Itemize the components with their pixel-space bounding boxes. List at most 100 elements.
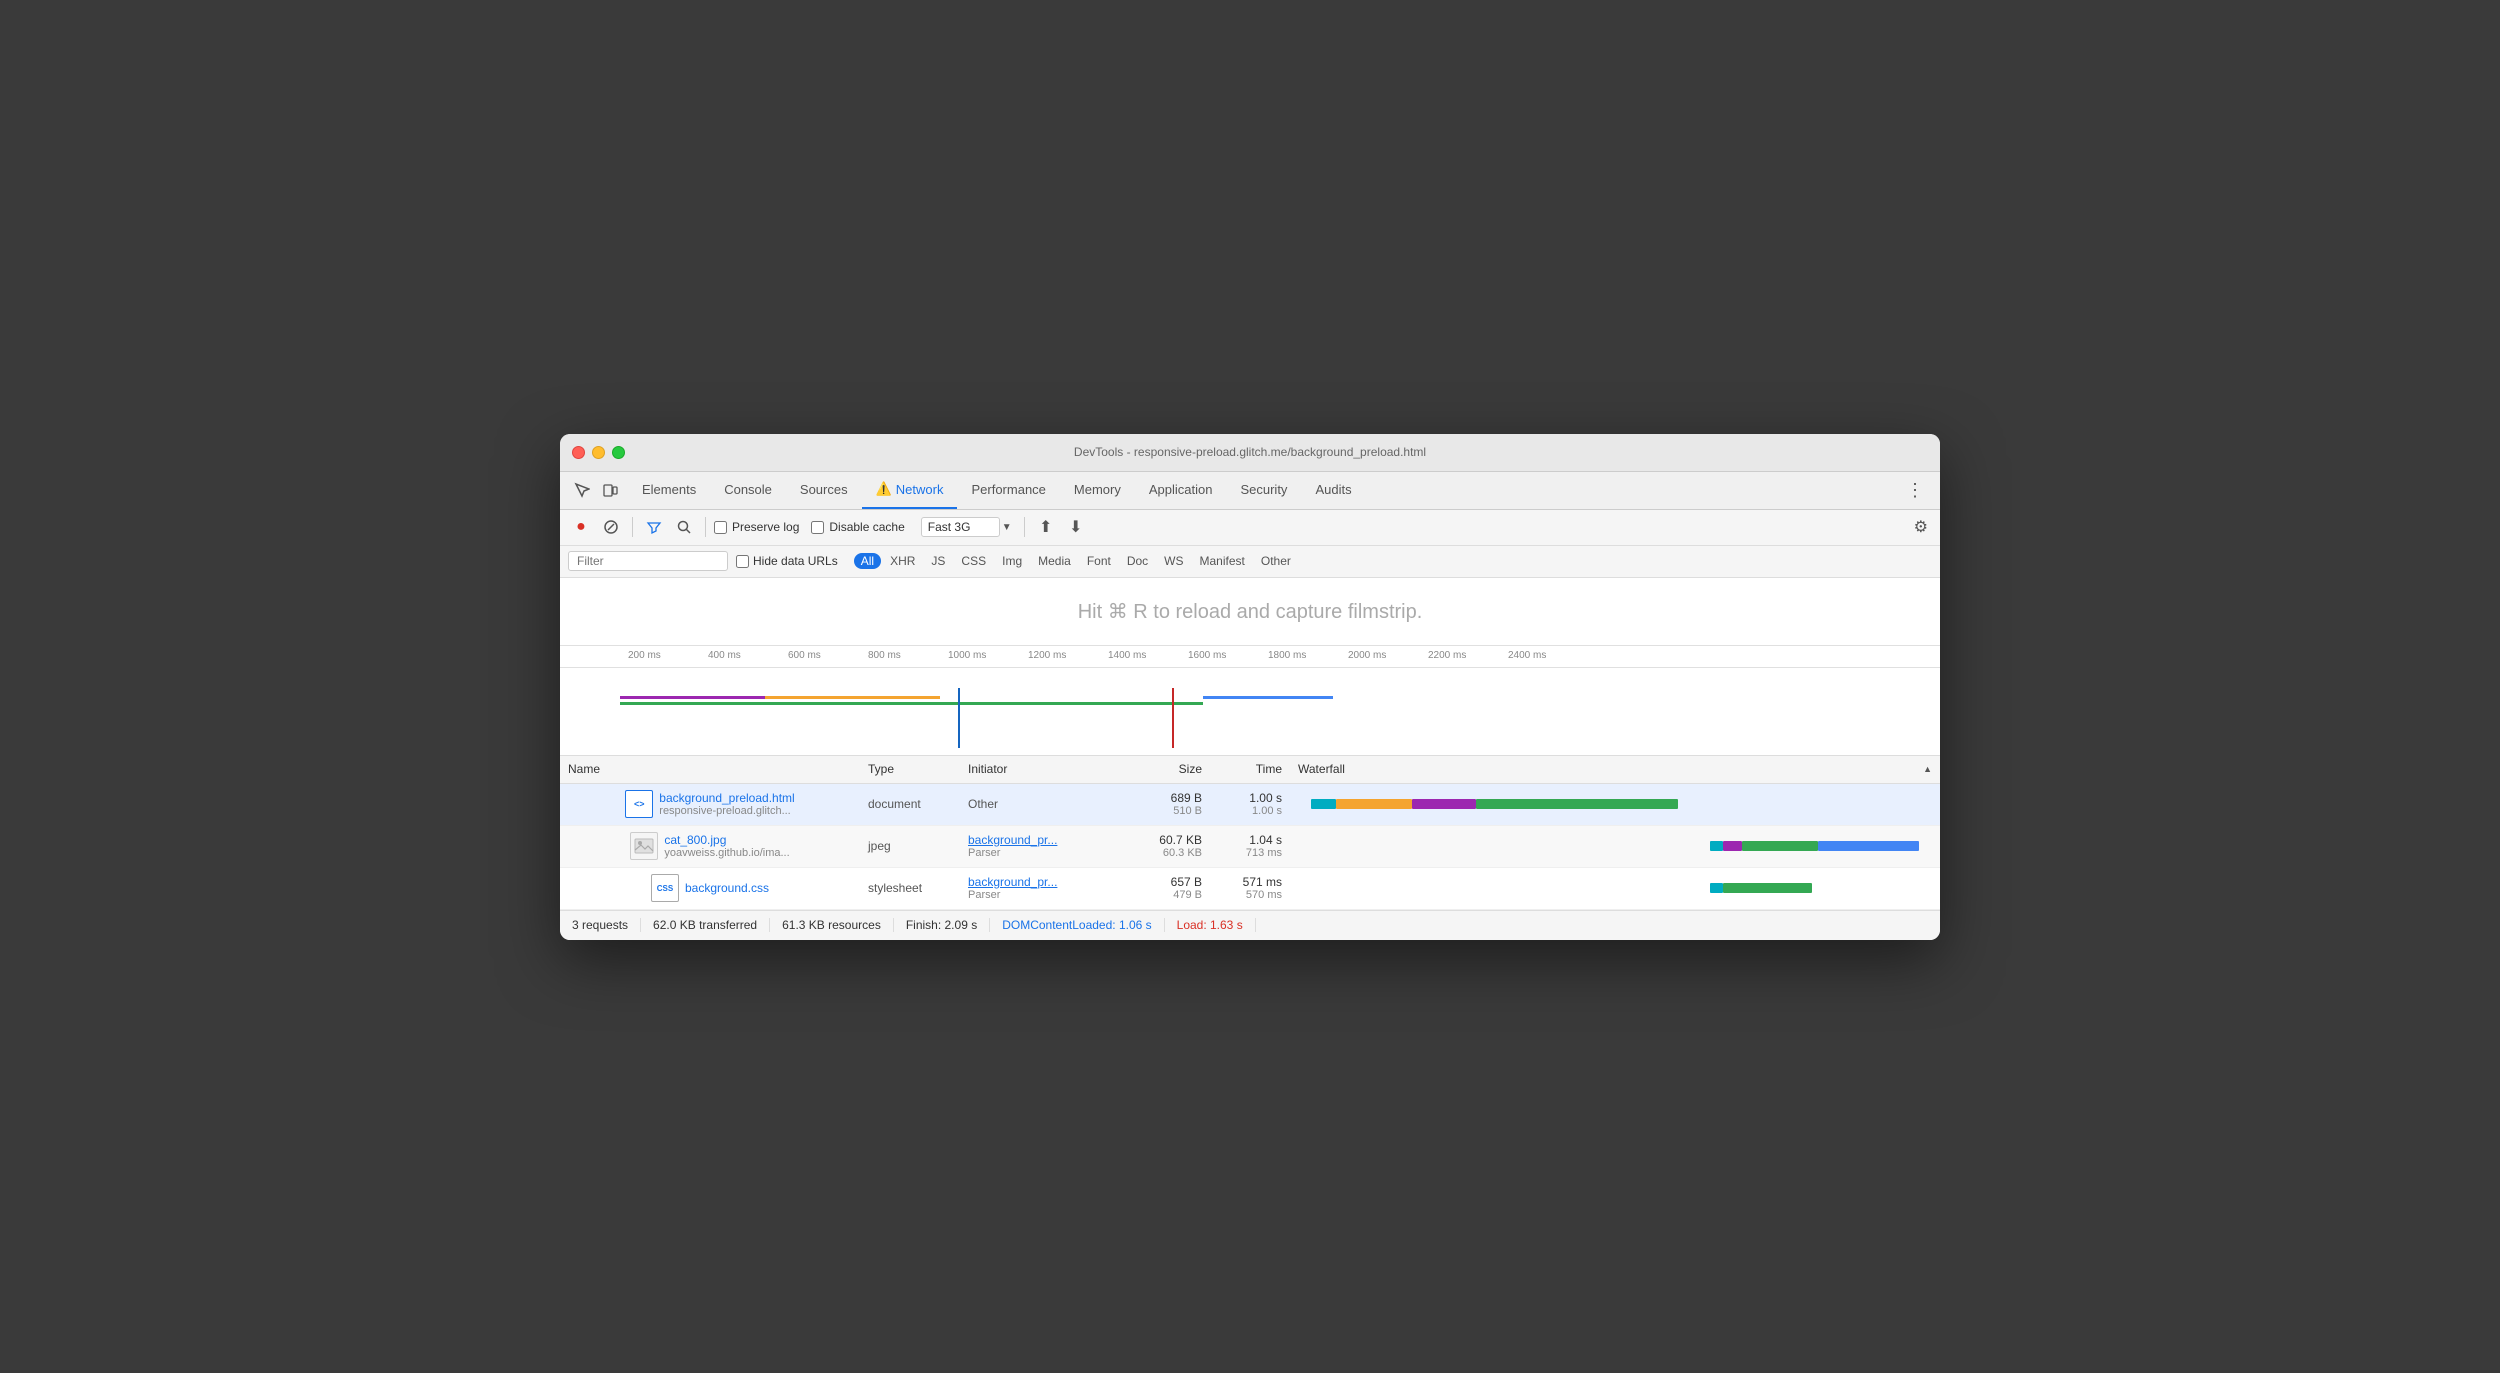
ruler-tick-1600: 1600 ms (1188, 650, 1226, 661)
filter-media-button[interactable]: Media (1031, 553, 1078, 569)
row-type-cell: document (860, 784, 960, 825)
filter-ws-button[interactable]: WS (1157, 553, 1190, 569)
tab-performance-label: Performance (971, 482, 1045, 497)
filter-doc-button[interactable]: Doc (1120, 553, 1155, 569)
device-toolbar-icon[interactable] (596, 476, 624, 504)
row-initiator-link[interactable]: background_pr... (968, 833, 1112, 847)
tab-network[interactable]: ⚠️ Network (862, 471, 958, 509)
filter-css-button[interactable]: CSS (954, 553, 993, 569)
row-size1: 60.7 KB (1159, 833, 1202, 847)
devtools-tabbar: Elements Console Sources ⚠️ Network Perf… (560, 472, 1940, 510)
clear-button[interactable] (598, 514, 624, 540)
col-header-name[interactable]: Name (560, 762, 860, 776)
tab-performance[interactable]: Performance (957, 471, 1059, 509)
tab-console[interactable]: Console (710, 471, 786, 509)
inspect-icon[interactable] (568, 476, 596, 504)
filter-type-buttons: All XHR JS CSS Img Media Font Doc WS Man… (854, 553, 1298, 569)
network-warning-icon: ⚠️ (876, 481, 892, 497)
maximize-button[interactable] (612, 446, 625, 459)
filter-js-button[interactable]: JS (924, 553, 952, 569)
table-header: Name Type Initiator Size Time Waterfall … (560, 756, 1940, 784)
timeline-dcl-line (958, 688, 960, 748)
tab-application[interactable]: Application (1135, 471, 1227, 509)
upload-icon[interactable]: ⬆ (1033, 514, 1059, 540)
tab-audits-label: Audits (1315, 482, 1351, 497)
disable-cache-input[interactable] (811, 521, 824, 534)
hide-data-urls-checkbox[interactable]: Hide data URLs (736, 554, 838, 568)
col-header-size[interactable]: Size (1120, 762, 1210, 776)
throttle-select[interactable]: Fast 3G No throttling Slow 3G Offline (921, 517, 1000, 537)
hide-data-urls-label: Hide data URLs (753, 554, 838, 568)
tab-sources[interactable]: Sources (786, 471, 862, 509)
network-table: Name Type Initiator Size Time Waterfall … (560, 756, 1940, 910)
col-header-type[interactable]: Type (860, 762, 960, 776)
row-time1: 571 ms (1243, 875, 1282, 889)
filter-all-button[interactable]: All (854, 553, 881, 569)
tab-memory[interactable]: Memory (1060, 471, 1135, 509)
tab-elements-label: Elements (642, 482, 696, 497)
more-tabs-button[interactable]: ⋮ (1898, 480, 1932, 501)
filter-other-button[interactable]: Other (1254, 553, 1298, 569)
col-header-waterfall[interactable]: Waterfall ▲ (1290, 762, 1940, 776)
wf-bar-teal (1311, 799, 1336, 809)
row-time1: 1.04 s (1249, 833, 1282, 847)
col-header-initiator[interactable]: Initiator (960, 762, 1120, 776)
record-button[interactable]: ● (568, 514, 594, 540)
col-header-time[interactable]: Time (1210, 762, 1290, 776)
ruler-tick-2400: 2400 ms (1508, 650, 1546, 661)
toolbar-separator-1 (632, 517, 633, 537)
preserve-log-input[interactable] (714, 521, 727, 534)
name-texts: background_preload.html responsive-prelo… (659, 791, 794, 817)
statusbar: 3 requests 62.0 KB transferred 61.3 KB r… (560, 910, 1940, 940)
waterfall-bars (1298, 838, 1932, 854)
disable-cache-checkbox[interactable]: Disable cache (811, 520, 904, 534)
table-row[interactable]: CSS background.css stylesheet background… (560, 868, 1940, 910)
tab-security-label: Security (1240, 482, 1287, 497)
tab-audits[interactable]: Audits (1301, 471, 1365, 509)
table-row[interactable]: cat_800.jpg yoavweiss.github.io/ima... j… (560, 826, 1940, 868)
row-size1: 657 B (1171, 875, 1202, 889)
row-size-cell: 689 B 510 B (1120, 784, 1210, 825)
search-button[interactable] (671, 514, 697, 540)
table-row[interactable]: <> background_preload.html responsive-pr… (560, 784, 1940, 826)
filter-img-button[interactable]: Img (995, 553, 1029, 569)
row-time2: 1.00 s (1252, 805, 1282, 817)
filter-input[interactable] (568, 551, 728, 571)
download-icon[interactable]: ⬇ (1063, 514, 1089, 540)
ruler-tick-400: 400 ms (708, 650, 741, 661)
row-initiator-cell: background_pr... Parser (960, 868, 1120, 909)
tab-security[interactable]: Security (1226, 471, 1301, 509)
row-initiator-cell: Other (960, 784, 1120, 825)
name-texts: cat_800.jpg yoavweiss.github.io/ima... (664, 833, 789, 859)
filter-font-button[interactable]: Font (1080, 553, 1118, 569)
row-time-cell: 571 ms 570 ms (1210, 868, 1290, 909)
filter-manifest-button[interactable]: Manifest (1193, 553, 1252, 569)
traffic-lights (572, 446, 625, 459)
ruler-tick-2200: 2200 ms (1428, 650, 1466, 661)
tab-memory-label: Memory (1074, 482, 1121, 497)
tab-elements[interactable]: Elements (628, 471, 710, 509)
row-time-cell: 1.00 s 1.00 s (1210, 784, 1290, 825)
toolbar-separator-3 (1024, 517, 1025, 537)
settings-icon[interactable]: ⚙ (1910, 513, 1932, 541)
preserve-log-label: Preserve log (732, 520, 799, 534)
file-icon-html: <> (625, 790, 653, 818)
row-initiator-link[interactable]: background_pr... (968, 875, 1112, 889)
ruler-tick-2000: 2000 ms (1348, 650, 1386, 661)
filename-sub: yoavweiss.github.io/ima... (664, 847, 789, 859)
tab-network-label: Network (896, 482, 944, 497)
row-name-cell: CSS background.css (560, 868, 860, 909)
filter-xhr-button[interactable]: XHR (883, 553, 922, 569)
waterfall-bars (1298, 880, 1932, 896)
filter-icon[interactable] (641, 514, 667, 540)
timeline-bar-green-2 (988, 702, 1203, 705)
titlebar: DevTools - responsive-preload.glitch.me/… (560, 434, 1940, 472)
minimize-button[interactable] (592, 446, 605, 459)
preserve-log-checkbox[interactable]: Preserve log (714, 520, 799, 534)
filter-bar: Hide data URLs All XHR JS CSS Img Media … (560, 546, 1940, 578)
name-texts: background.css (685, 881, 769, 895)
wf-bar-green (1742, 841, 1818, 851)
row-waterfall-cell (1290, 826, 1940, 867)
close-button[interactable] (572, 446, 585, 459)
hide-data-urls-input[interactable] (736, 555, 749, 568)
